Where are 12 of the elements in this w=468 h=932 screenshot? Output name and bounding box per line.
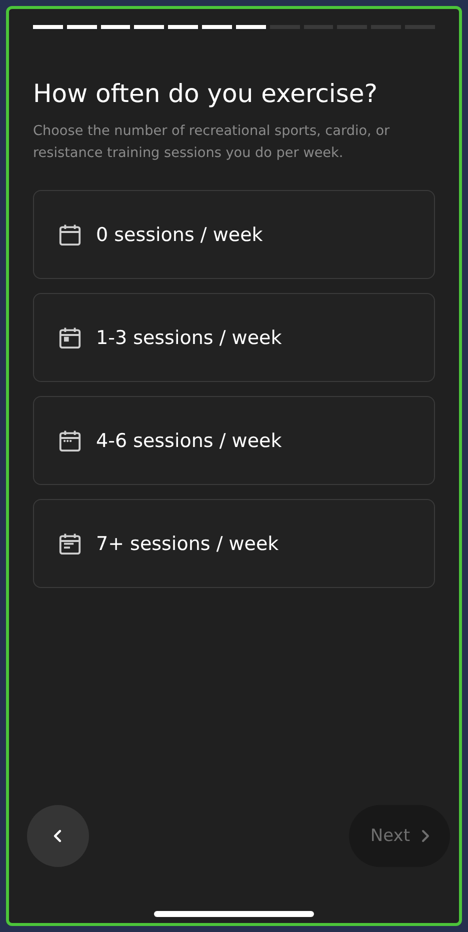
option-card[interactable]: 7+ sessions / week xyxy=(33,499,435,588)
chevron-left-icon xyxy=(53,829,63,843)
question-title: How often do you exercise? xyxy=(33,79,379,108)
calendar-icon xyxy=(58,532,82,556)
calendar-icon xyxy=(58,428,82,452)
option-card[interactable]: 1-3 sessions / week xyxy=(33,293,435,382)
calendar-icon xyxy=(58,222,82,246)
option-card[interactable]: 4-6 sessions / week xyxy=(33,396,435,485)
calendar-icon xyxy=(58,326,82,350)
chevron-right-icon xyxy=(420,829,430,843)
option-card[interactable]: 0 sessions / week xyxy=(33,190,435,279)
question-description: Choose the number of recreational sports, cardio, or resistance training sessions you do per week. xyxy=(33,122,391,163)
